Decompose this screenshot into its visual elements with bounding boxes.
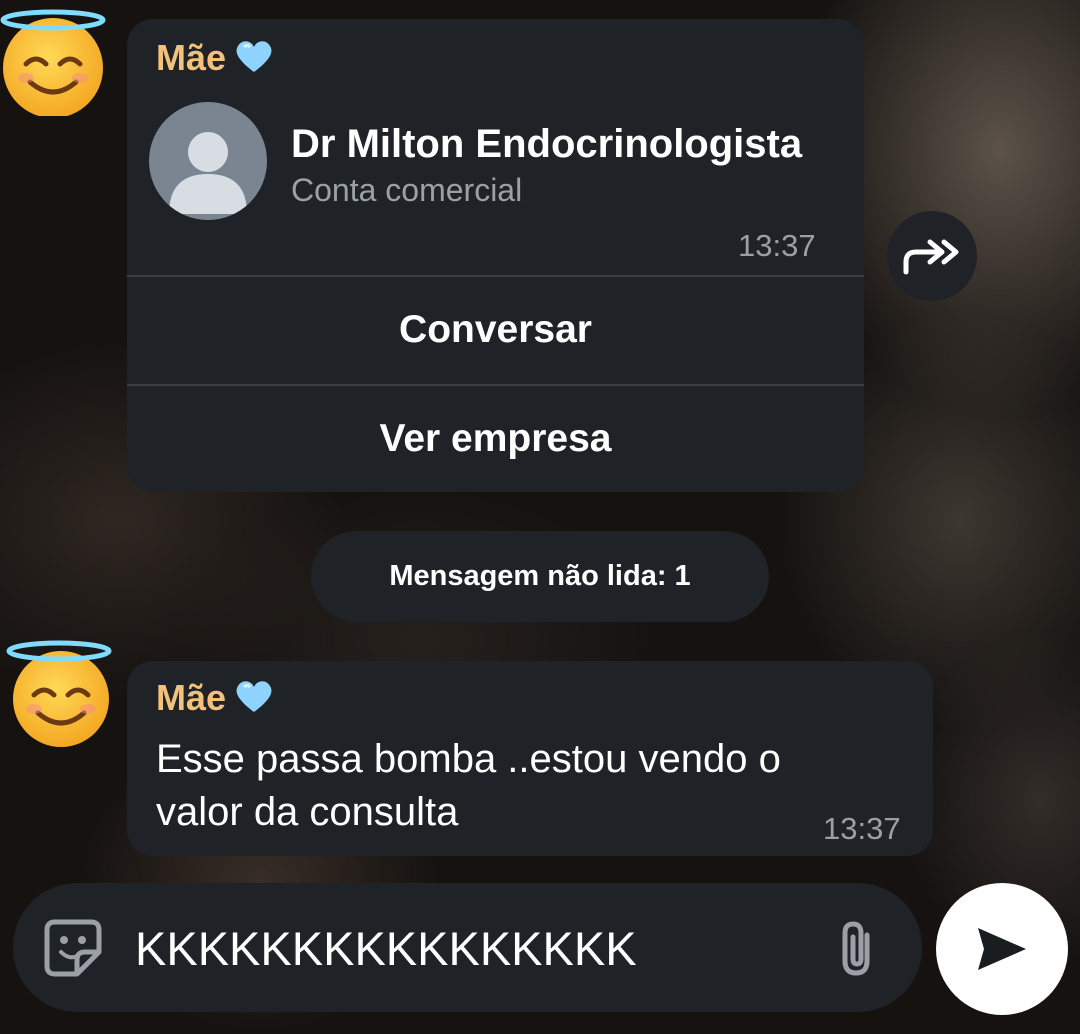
- message-input[interactable]: KKKKKKKKKKKKKKKK: [135, 921, 637, 977]
- sticker-button[interactable]: [43, 918, 103, 978]
- sender-avatar[interactable]: [0, 6, 110, 118]
- message-time: 13:37: [738, 228, 816, 263]
- sticker-icon: [44, 919, 102, 977]
- message-line: Esse passa bomba ..estou vendo o: [156, 737, 781, 781]
- ver-empresa-button[interactable]: Ver empresa: [127, 386, 864, 492]
- sender-name[interactable]: Mãe: [156, 37, 274, 83]
- unread-messages-divider: Mensagem não lida: 1: [311, 531, 769, 622]
- contact-name: Dr Milton Endocrinologista: [291, 122, 803, 166]
- message-time: 13:37: [823, 811, 901, 846]
- send-button[interactable]: [936, 883, 1068, 1015]
- conversar-button[interactable]: Conversar: [127, 275, 864, 384]
- sender-avatar[interactable]: [6, 637, 116, 747]
- contact-subtitle: Conta comercial: [291, 172, 523, 208]
- sender-name-text: Mãe: [156, 37, 227, 78]
- message-text: Esse passa bomba ..estou vendo o valor d…: [156, 733, 781, 839]
- contact-card-bubble: Mãe Dr Milton Endocrinologista Conta com…: [127, 19, 864, 492]
- smiling-face-with-halo-icon: [0, 9, 106, 118]
- smiling-face-with-halo-icon: [6, 640, 112, 747]
- paperclip-icon: [842, 921, 870, 976]
- forward-icon: [903, 239, 959, 275]
- sender-name[interactable]: Mãe: [156, 677, 274, 723]
- unread-label: Mensagem não lida: 1: [389, 560, 691, 592]
- default-user-icon: [169, 132, 247, 214]
- send-icon: [978, 928, 1026, 970]
- contact-avatar[interactable]: [149, 102, 267, 220]
- light-blue-heart-icon: [234, 38, 274, 83]
- message-composer: KKKKKKKKKKKKKKKK: [13, 883, 922, 1012]
- text-message-bubble: Mãe Esse passa bomba ..estou vendo o val…: [127, 661, 933, 856]
- light-blue-heart-icon: [234, 678, 274, 723]
- sender-name-text: Mãe: [156, 677, 227, 718]
- message-line: valor da consulta: [156, 790, 459, 834]
- forward-button[interactable]: [887, 211, 977, 301]
- attach-button[interactable]: [833, 919, 881, 979]
